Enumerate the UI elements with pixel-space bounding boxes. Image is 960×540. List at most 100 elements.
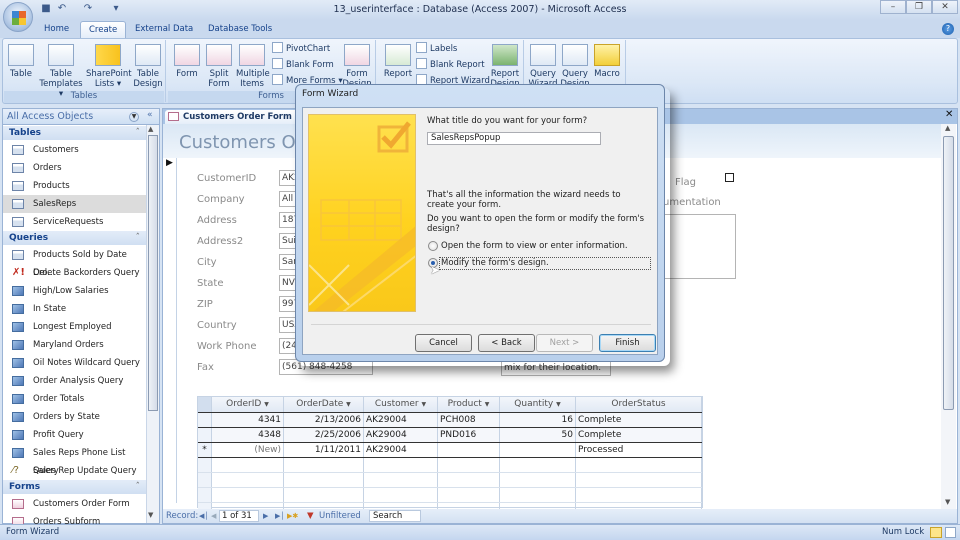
table-cell[interactable]	[364, 488, 438, 503]
table-cell[interactable]: 2/13/2006	[284, 413, 364, 428]
table-cell[interactable]	[212, 458, 284, 473]
form-scroll-thumb[interactable]	[943, 136, 954, 410]
open-form-radio[interactable]	[428, 241, 438, 251]
restore-button[interactable]: ❐	[906, 0, 932, 14]
shutter-bar-collapse-icon[interactable]: «	[147, 110, 153, 120]
table-row[interactable]: 4341 2/13/2006 AK29004 PCH008 16 Complete	[198, 412, 702, 428]
nav-pane-header[interactable]: All Access Objects ▼ «	[3, 109, 159, 125]
scroll-down-icon[interactable]: ▼	[148, 511, 153, 519]
table-row[interactable]: 4348 2/25/2006 AK29004 PND016 50 Complete	[198, 427, 702, 443]
table-cell[interactable]: 1/11/2011	[284, 443, 364, 458]
empty-row[interactable]	[198, 487, 702, 503]
table-cell[interactable]	[576, 473, 702, 488]
undo-icon[interactable]: ↶	[56, 3, 68, 15]
nav-scroll-thumb[interactable]	[148, 135, 158, 411]
tab-home[interactable]: Home	[36, 21, 77, 38]
table-cell[interactable]	[438, 488, 500, 503]
query-design-button[interactable]: Query Design	[560, 44, 590, 89]
row-selector[interactable]: *	[198, 443, 212, 458]
flag-checkbox[interactable]	[725, 173, 734, 182]
table-cell[interactable]: PCH008	[438, 413, 500, 428]
table-cell[interactable]	[576, 458, 702, 473]
table-cell[interactable]: 50	[500, 428, 576, 443]
nav-item[interactable]: Oil Notes Wildcard Query	[3, 354, 146, 372]
nav-item[interactable]: Order Totals	[3, 390, 146, 408]
empty-row[interactable]	[198, 457, 702, 473]
close-window-button[interactable]: ✕	[932, 0, 958, 14]
scroll-up-icon[interactable]: ▲	[945, 124, 950, 132]
table-cell[interactable]: Processed	[576, 443, 702, 458]
form-vertical-scrollbar[interactable]: ▲ ▼	[941, 124, 956, 509]
column-header[interactable]: OrderID ▼	[212, 397, 284, 412]
redo-icon[interactable]: ↷	[82, 3, 94, 15]
nav-item[interactable]: ✗! Delete Backorders Query	[3, 264, 146, 282]
table-cell[interactable]	[438, 443, 500, 458]
column-dropdown-icon[interactable]: ▼	[264, 401, 269, 408]
new-record-icon[interactable]: ▶✱	[287, 509, 298, 523]
table-cell[interactable]: 16	[500, 413, 576, 428]
table-cell[interactable]	[284, 488, 364, 503]
previous-record-icon[interactable]: ◀	[211, 509, 216, 523]
customize-toolbar-icon[interactable]: ▾	[110, 3, 122, 15]
nav-item[interactable]: ⁄? Sales Rep Update Query	[3, 462, 146, 480]
table-cell[interactable]	[212, 488, 284, 503]
multiple-items-button[interactable]: Multiple Items	[236, 44, 270, 89]
column-dropdown-icon[interactable]: ▼	[556, 401, 561, 408]
nav-group-queries[interactable]: Queries ˆ	[3, 231, 146, 245]
column-dropdown-icon[interactable]: ▼	[346, 401, 351, 408]
table-cell[interactable]	[438, 473, 500, 488]
table-templates-button[interactable]: Table Templates ▾	[38, 44, 84, 99]
column-header[interactable]: OrderDate ▼	[284, 397, 364, 412]
blank-form-button[interactable]: Blank Form	[272, 58, 334, 72]
table-cell[interactable]: Complete	[576, 428, 702, 443]
cancel-button[interactable]: Cancel	[415, 334, 472, 352]
table-cell[interactable]: AK29004	[364, 428, 438, 443]
nav-pane-scrollbar[interactable]: ▲ ▼	[146, 125, 159, 523]
row-selector[interactable]	[198, 473, 212, 488]
table-cell[interactable]	[500, 443, 576, 458]
row-selector[interactable]	[198, 488, 212, 503]
column-dropdown-icon[interactable]: ▼	[421, 401, 426, 408]
nav-item[interactable]: Orders by State	[3, 408, 146, 426]
table-cell[interactable]	[284, 473, 364, 488]
table-cell[interactable]: (New)	[212, 443, 284, 458]
nav-item[interactable]: Sales Reps Phone List Query	[3, 444, 146, 476]
current-record-input[interactable]: 1 of 31	[219, 510, 259, 522]
close-document-icon[interactable]: ✕	[945, 109, 953, 120]
report-button[interactable]: Report	[382, 44, 414, 79]
nav-item[interactable]: SalesReps	[3, 195, 146, 213]
record-selector[interactable]: ▶	[163, 158, 177, 503]
nav-item[interactable]: Products	[3, 177, 146, 195]
back-button[interactable]: < Back	[478, 334, 535, 352]
query-wizard-button[interactable]: Query Wizard	[528, 44, 558, 89]
table-cell[interactable]	[364, 458, 438, 473]
document-tab-customers-order-form[interactable]: Customers Order Form	[165, 110, 305, 124]
tab-create[interactable]: Create	[80, 21, 127, 38]
column-header[interactable]: Quantity ▼	[500, 397, 576, 412]
pivotchart-button[interactable]: PivotChart	[272, 42, 330, 56]
table-cell[interactable]: PND016	[438, 428, 500, 443]
table-cell[interactable]	[438, 458, 500, 473]
table-cell[interactable]: 4348	[212, 428, 284, 443]
row-selector[interactable]	[198, 413, 212, 428]
table-cell[interactable]	[500, 458, 576, 473]
table-row[interactable]: * (New) 1/11/2011 AK29004 Processed	[198, 442, 702, 458]
nav-item[interactable]: Longest Employed	[3, 318, 146, 336]
column-header[interactable]: Product ▼	[438, 397, 500, 412]
nav-item[interactable]: High/Low Salaries	[3, 282, 146, 300]
next-button[interactable]: Next >	[536, 334, 593, 352]
form-design-button[interactable]: Form Design	[342, 44, 372, 89]
option-modify-design[interactable]: Modify the form's design.	[427, 257, 653, 270]
table-cell[interactable]	[576, 488, 702, 503]
save-icon[interactable]: ■	[40, 3, 52, 15]
finish-button[interactable]: Finish	[599, 334, 656, 352]
design-view-icon[interactable]	[945, 527, 956, 538]
form-button[interactable]: Form	[172, 44, 202, 79]
scroll-up-icon[interactable]: ▲	[148, 125, 153, 133]
tab-external-data[interactable]: External Data	[127, 21, 201, 38]
row-selector[interactable]	[198, 428, 212, 443]
table-button[interactable]: Table	[6, 44, 36, 79]
minimize-button[interactable]: –	[880, 0, 906, 14]
table-cell[interactable]: Complete	[576, 413, 702, 428]
column-dropdown-icon[interactable]: ▼	[485, 401, 490, 408]
